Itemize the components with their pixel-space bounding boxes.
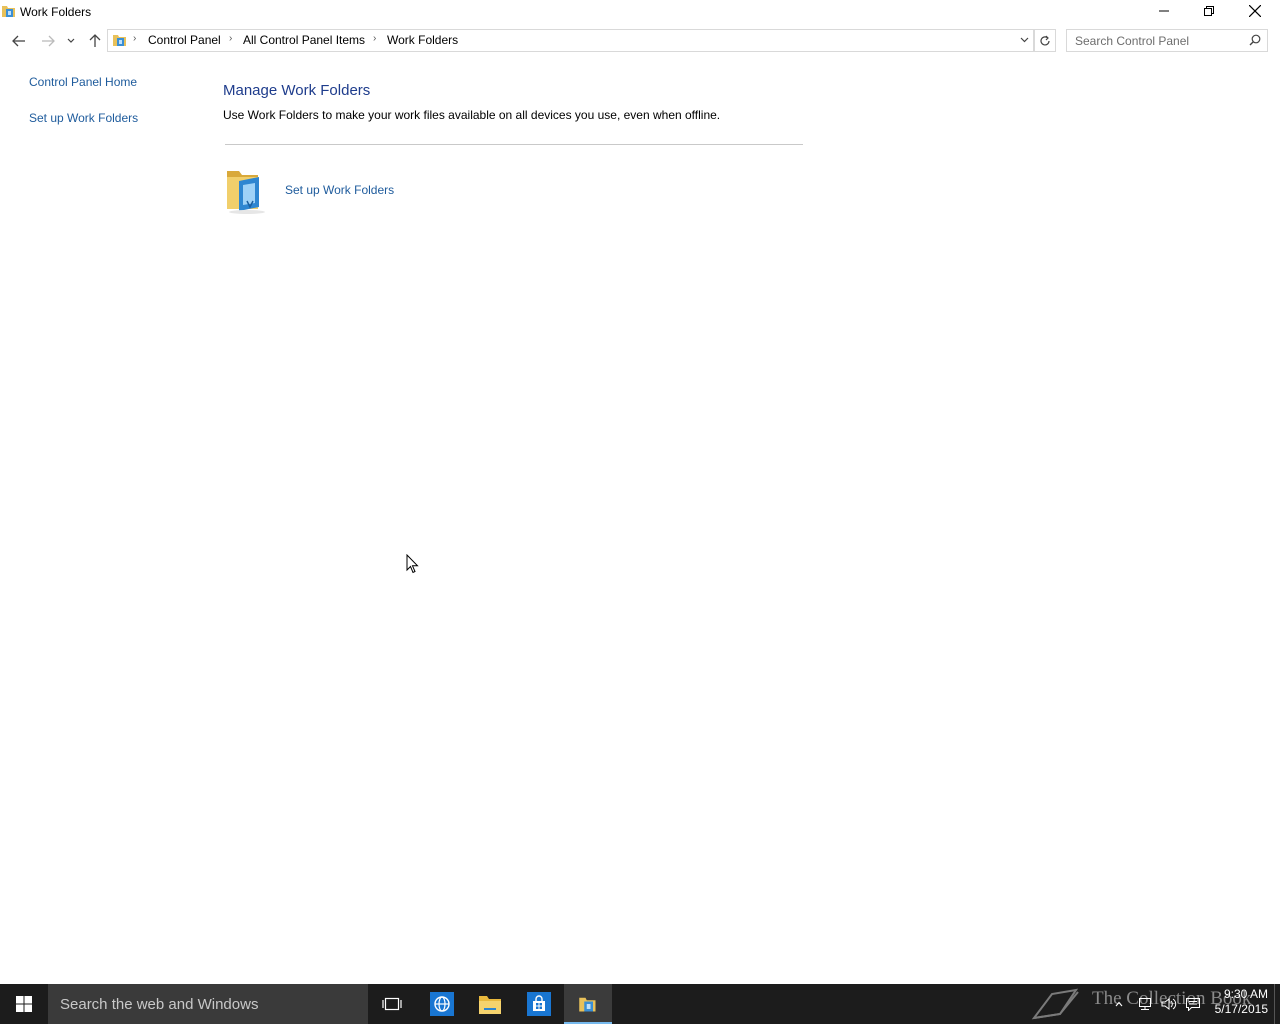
volume-button[interactable] [1160,984,1178,1024]
mouse-cursor-icon [406,554,419,574]
chevron-right-icon: › [133,33,137,44]
store-icon [527,992,551,1016]
internet-explorer-button[interactable] [418,984,466,1024]
search-box[interactable] [1066,29,1268,52]
file-explorer-button[interactable] [466,984,514,1024]
address-dropdown-button[interactable] [1016,29,1032,50]
work-folders-icon [227,171,265,214]
restore-button[interactable] [1186,0,1232,22]
task-view-button[interactable] [368,984,416,1024]
work-folders-taskbar-button[interactable] [564,984,612,1024]
store-button[interactable] [515,984,563,1024]
book-icon [1031,988,1079,1020]
file-explorer-icon [479,996,501,1014]
network-icon [1139,998,1151,1010]
arrow-right-icon [42,35,55,47]
up-button[interactable] [84,30,106,52]
start-button[interactable] [0,984,48,1024]
volume-icon [1161,998,1177,1010]
show-hidden-icons-button[interactable] [1112,984,1126,1024]
close-button[interactable] [1232,0,1278,22]
windows-logo-icon [16,996,32,1012]
refresh-button[interactable] [1034,29,1056,52]
restore-icon [1204,6,1214,16]
action-center-button[interactable] [1184,984,1202,1024]
setup-work-folders-side-link[interactable]: Set up Work Folders [29,111,138,125]
breadcrumb-work-folders[interactable]: Work Folders [387,33,458,47]
task-view-icon [382,997,402,1011]
taskbar-search-box[interactable]: Search the web and Windows [48,984,368,1024]
clock-date: 5/17/2015 [1214,1002,1268,1016]
clock[interactable]: 9:30 AM 5/17/2015 [1208,987,1268,1017]
chevron-down-icon [1020,37,1028,42]
minimize-button[interactable] [1141,0,1187,22]
window-title: Work Folders [20,5,92,19]
setup-work-folders-link[interactable]: Set up Work Folders [285,183,394,197]
taskbar-search-placeholder: Search the web and Windows [60,996,259,1013]
close-icon [1249,5,1261,17]
breadcrumb-all-items[interactable]: All Control Panel Items [243,33,365,47]
work-folders-icon [2,6,15,17]
work-folders-icon [579,997,596,1012]
internet-explorer-icon [430,992,454,1016]
page-description: Use Work Folders to make your work files… [223,108,721,122]
chevron-down-icon [67,38,75,43]
address-bar[interactable]: › Control Panel › All Control Panel Item… [107,29,1034,52]
action-center-icon [1186,998,1200,1011]
chevron-up-icon [1115,1001,1123,1007]
forward-button[interactable] [37,30,59,52]
title-bar: Work Folders [0,0,1280,24]
recent-locations-button[interactable] [62,30,80,52]
search-input[interactable] [1067,30,1245,51]
arrow-up-icon [89,34,101,47]
chevron-right-icon: › [373,33,377,44]
arrow-left-icon [12,35,25,47]
back-button[interactable] [8,30,30,52]
show-desktop-button[interactable] [1274,984,1275,1024]
divider [225,144,803,145]
clock-time: 9:30 AM [1223,987,1268,1001]
page-title: Manage Work Folders [223,82,371,99]
minimize-icon [1159,10,1169,12]
breadcrumb-control-panel[interactable]: Control Panel [148,33,221,47]
taskbar: Search the web and Windows The Collectio… [0,984,1280,1024]
control-panel-icon [113,35,126,46]
chevron-right-icon: › [229,33,233,44]
network-button[interactable] [1136,984,1154,1024]
refresh-icon [1040,35,1050,45]
search-icon[interactable] [1249,34,1261,46]
navigation-bar: › Control Panel › All Control Panel Item… [0,28,1280,54]
control-panel-home-link[interactable]: Control Panel Home [29,75,137,89]
